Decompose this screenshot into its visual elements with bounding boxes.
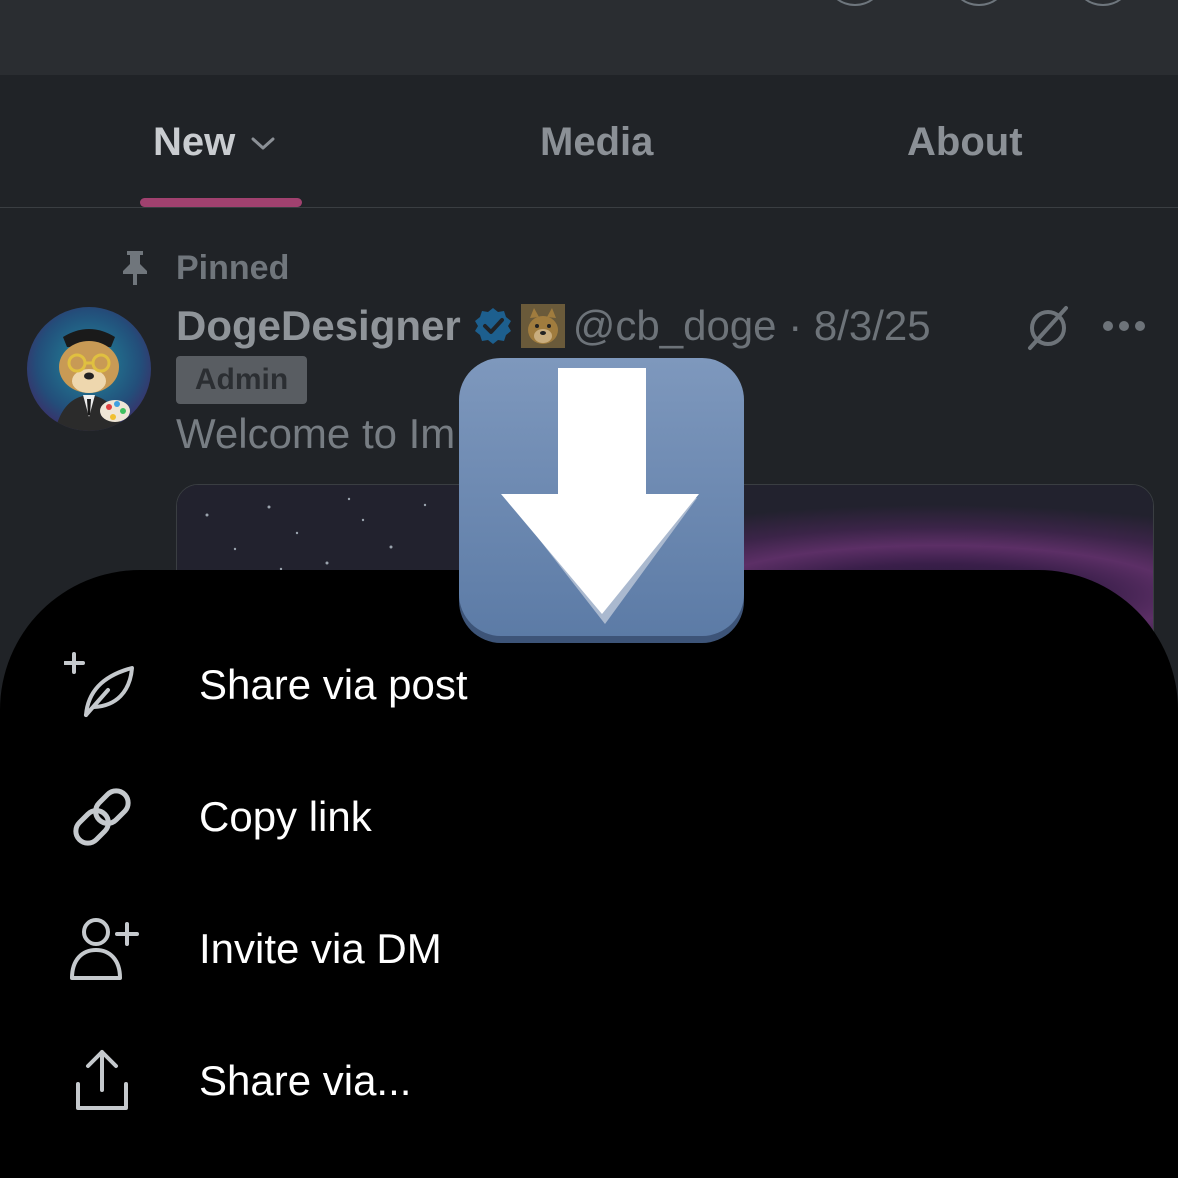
invite-via-dm-label: Invite via DM — [199, 925, 442, 972]
share-via-item[interactable]: Share via... — [0, 1026, 1178, 1136]
copy-link-label: Copy link — [199, 793, 372, 840]
share-via-post-item[interactable]: Share via post — [0, 630, 1178, 740]
verified-icon — [474, 308, 511, 344]
share-icon — [76, 1050, 128, 1110]
download-arrow-icon — [459, 358, 744, 643]
link-icon — [73, 788, 131, 846]
tab-bar: New Media About — [0, 75, 1178, 208]
share-via-post-label: Share via post — [199, 661, 468, 708]
pin-icon — [123, 251, 147, 285]
invite-via-dm-item[interactable]: Invite via DM — [0, 894, 1178, 1004]
share-via-label: Share via... — [199, 1057, 412, 1104]
chevron-down-icon — [251, 137, 275, 150]
author-name[interactable]: DogeDesigner — [176, 302, 461, 350]
post-text: Welcome to Im — [176, 410, 456, 457]
tab-new-label: New — [153, 120, 236, 164]
avatar[interactable] — [27, 307, 151, 431]
top-button-2[interactable] — [952, 0, 1006, 6]
add-user-icon — [70, 918, 139, 980]
tab-media[interactable]: Media — [540, 120, 653, 165]
doge-emoji-icon — [520, 304, 565, 348]
compose-post-icon — [64, 652, 134, 717]
tab-new[interactable]: New — [153, 120, 277, 165]
copy-link-item[interactable]: Copy link — [0, 762, 1178, 872]
active-tab-indicator — [140, 198, 302, 207]
tab-about[interactable]: About — [907, 120, 1023, 165]
share-sheet: Share via post Copy link Invite via DM S… — [0, 570, 1178, 1178]
author-handle-date: @cb_doge · 8/3/25 — [572, 302, 931, 349]
pinned-indicator: Pinned — [116, 246, 289, 290]
grok-icon[interactable] — [1022, 302, 1074, 354]
post-header: DogeDesigner @cb_doge · 8/3/25 — [176, 300, 931, 352]
pinned-label: Pinned — [176, 248, 290, 287]
top-button-3[interactable] — [1076, 0, 1130, 6]
admin-badge: Admin — [176, 356, 307, 404]
doge-avatar-image — [27, 307, 151, 431]
more-icon[interactable] — [1100, 316, 1148, 336]
top-bar — [0, 0, 1178, 75]
top-button-1[interactable] — [828, 0, 882, 6]
